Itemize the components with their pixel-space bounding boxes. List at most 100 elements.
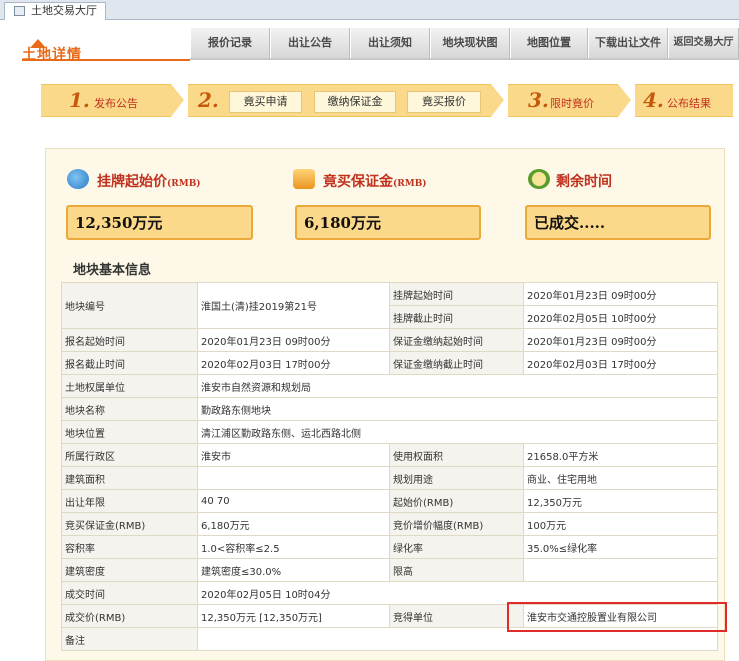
table-row: 出让年限 40 70 起始价(RMB) 12,350万元: [61, 489, 718, 513]
step-3-label: 限时竟价: [550, 97, 594, 110]
process-steps: 1. 发布公告 2. 竟买申请 缴纳保证金 竟买报价 3. 限时竟价 4. 公布…: [41, 84, 733, 117]
refresh-icon: [67, 169, 89, 189]
table-row: 建筑密度 建筑密度≤30.0% 限高: [61, 558, 718, 582]
table-value: 6,180万元: [197, 512, 390, 536]
table-label: 地块编号: [61, 282, 198, 329]
table-label: 起始价(RMB): [389, 489, 524, 513]
table-label: 挂牌起始时间: [389, 282, 524, 306]
table-label: 所属行政区: [61, 443, 198, 467]
table-value: 淮国土(清)挂2019第21号: [197, 282, 390, 329]
logo-underline: [22, 59, 190, 61]
table-value: 勤政路东侧地块: [197, 397, 718, 421]
step-3-number: 3.: [528, 88, 549, 112]
table-label: 报名起始时间: [61, 328, 198, 352]
step-1: 1. 发布公告: [41, 84, 171, 117]
winning-bidder-highlight: [507, 602, 727, 632]
table-label: 规划用途: [389, 466, 524, 490]
table-label: 竞买保证金(RMB): [61, 512, 198, 536]
nav-transfer-instructions[interactable]: 出让须知: [350, 28, 430, 58]
table-row: 所属行政区 淮安市 使用权面积 21658.0平方米: [61, 443, 718, 467]
table-row: 建筑面积 规划用途 商业、住宅用地: [61, 466, 718, 490]
table-value: 2020年02月03日 17时00分: [523, 351, 718, 375]
table-label: 成交时间: [61, 581, 198, 605]
clock-icon: [528, 169, 550, 189]
pay-deposit-button[interactable]: 缴纳保证金: [314, 91, 396, 113]
table-value: 淮安市自然资源和规划局: [197, 374, 718, 398]
tab-land-trading-hall[interactable]: 土地交易大厅: [4, 2, 106, 20]
start-price-value: 12,350万元: [66, 205, 253, 240]
table-row: 土地权属单位 淮安市自然资源和规划局: [61, 374, 718, 398]
submit-bid-button[interactable]: 竟买报价: [407, 91, 481, 113]
deposit-value: 6,180万元: [295, 205, 481, 240]
remaining-time-value: 已成交.....: [525, 205, 711, 240]
table-value: 1.0<容积率≤2.5: [197, 535, 390, 559]
top-navbar: 报价记录 出让公告 出让须知 地块现状图 地图位置 下载出让文件 返回交易大厅: [190, 28, 739, 60]
table-label: 使用权面积: [389, 443, 524, 467]
table-value: 2020年02月05日 10时00分: [523, 305, 718, 329]
table-label: 地块位置: [61, 420, 198, 444]
table-value: 2020年01月23日 09时00分: [523, 328, 718, 352]
logo-text: 土地详情: [22, 47, 82, 63]
tab-strip: 土地交易大厅: [0, 0, 739, 20]
table-label: 竞价增价幅度(RMB): [389, 512, 524, 536]
table-label: 建筑密度: [61, 558, 198, 582]
remaining-time-title: 剩余时间: [556, 174, 612, 190]
table-row: 报名截止时间 2020年02月03日 17时00分 保证金缴纳截止时间 2020…: [61, 351, 718, 375]
table-value: 12,350万元: [523, 489, 718, 513]
nav-download-files[interactable]: 下载出让文件: [588, 28, 668, 58]
step-arrow: [171, 84, 184, 117]
nav-transfer-notice[interactable]: 出让公告: [270, 28, 350, 58]
table-label: 绿化率: [389, 535, 524, 559]
table-value: 建筑密度≤30.0%: [197, 558, 390, 582]
coins-icon: [293, 169, 315, 189]
land-info-table: 地块编号 淮国土(清)挂2019第21号 挂牌起始时间 2020年01月23日 …: [61, 282, 718, 651]
table-row: 地块位置 清江浦区勤政路东侧、运北西路北侧: [61, 420, 718, 444]
table-row: 竞买保证金(RMB) 6,180万元 竞价增价幅度(RMB) 100万元: [61, 512, 718, 536]
table-row: 报名起始时间 2020年01月23日 09时00分 保证金缴纳起始时间 2020…: [61, 328, 718, 352]
step-arrow: [491, 84, 504, 117]
table-label: 地块名称: [61, 397, 198, 421]
table-label: 限高: [389, 558, 524, 582]
table-row: 地块编号 淮国土(清)挂2019第21号 挂牌起始时间 2020年01月23日 …: [61, 282, 718, 329]
page-icon: [14, 6, 25, 16]
table-value: 淮安市: [197, 443, 390, 467]
nav-plot-status-map[interactable]: 地块现状图: [430, 28, 510, 58]
apply-bid-button[interactable]: 竟买申请: [229, 91, 302, 113]
land-detail-panel: 挂牌起始价(RMB) 12,350万元 竟买保证金(RMB) 6,180万元 剩…: [45, 148, 727, 661]
table-row: 地块名称 勤政路东侧地块: [61, 397, 718, 421]
table-value: 商业、住宅用地: [523, 466, 718, 490]
table-label: 出让年限: [61, 489, 198, 513]
table-value: 2020年01月23日 09时00分: [197, 328, 390, 352]
table-label: 保证金缴纳起始时间: [389, 328, 524, 352]
nav-bid-records[interactable]: 报价记录: [190, 28, 270, 58]
tab-label: 土地交易大厅: [31, 4, 97, 17]
table-label: 报名截止时间: [61, 351, 198, 375]
step-4: 4. 公布结果: [635, 84, 733, 117]
table-value: 35.0%≤绿化率: [523, 535, 718, 559]
step-4-number: 4.: [643, 88, 664, 112]
table-label: 备注: [61, 627, 198, 651]
table-label: 建筑面积: [61, 466, 198, 490]
table-row: 容积率 1.0<容积率≤2.5 绿化率 35.0%≤绿化率: [61, 535, 718, 559]
table-value: [523, 558, 718, 582]
step-3: 3. 限时竟价: [508, 84, 618, 117]
table-label: 竞得单位: [389, 604, 524, 628]
nav-back-to-hall[interactable]: 返回交易大厅: [668, 28, 739, 58]
table-label: 容积率: [61, 535, 198, 559]
table-value: 2020年01月23日 09时00分: [523, 282, 718, 306]
step-1-number: 1.: [69, 88, 90, 112]
table-value: 2020年02月03日 17时00分: [197, 351, 390, 375]
section-title: 地块基本信息: [73, 263, 152, 278]
start-price-title: 挂牌起始价(RMB): [97, 174, 201, 190]
step-arrow: [618, 84, 631, 117]
table-label: 保证金缴纳截止时间: [389, 351, 524, 375]
step-2: 2. 竟买申请 缴纳保证金 竟买报价: [188, 84, 491, 117]
deposit-title: 竟买保证金(RMB): [323, 174, 427, 190]
table-label: 成交价(RMB): [61, 604, 198, 628]
nav-map-location[interactable]: 地图位置: [510, 28, 588, 58]
table-value: 21658.0平方米: [523, 443, 718, 467]
step-4-label: 公布结果: [667, 97, 711, 110]
table-value: 40 70: [197, 489, 390, 513]
table-label: 挂牌截止时间: [389, 305, 524, 329]
step-2-number: 2.: [198, 88, 219, 112]
